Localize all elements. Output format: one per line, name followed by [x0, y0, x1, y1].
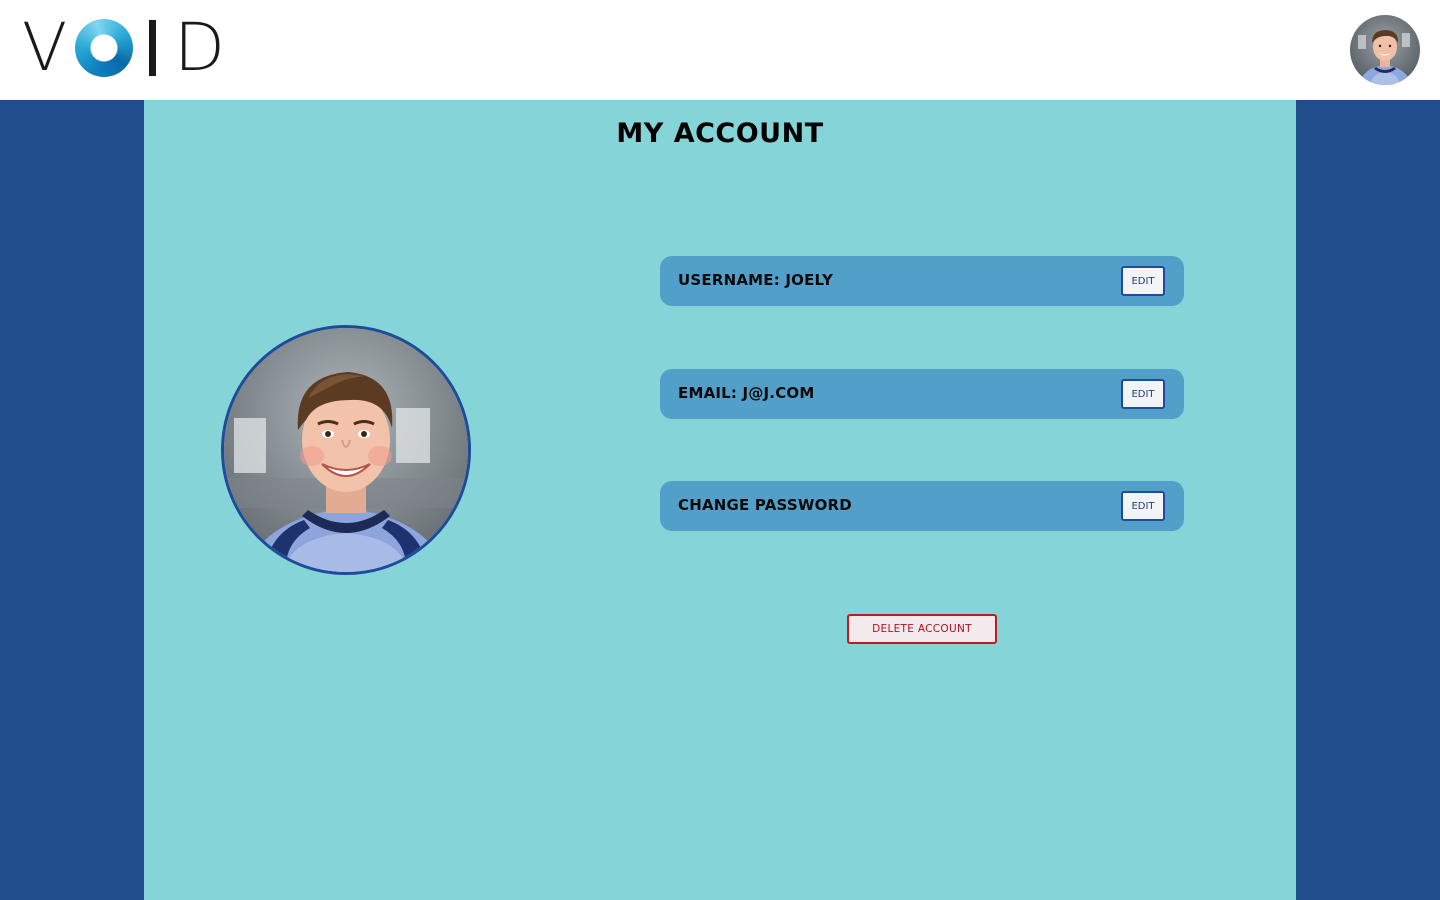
edit-email-button[interactable]: Edit: [1121, 379, 1165, 409]
top-header: V D: [0, 0, 1440, 100]
email-row: Email: j@j.com Edit: [660, 369, 1184, 419]
account-panel: My Account: [144, 100, 1296, 900]
profile-photo-icon: [224, 328, 468, 572]
delete-account-button[interactable]: Delete Account: [847, 614, 997, 644]
logo-letter-d: D: [174, 9, 225, 86]
email-label: Email: j@j.com: [678, 384, 815, 402]
edit-username-button[interactable]: Edit: [1121, 266, 1165, 296]
logo-ring-icon: [75, 19, 134, 77]
profile-photo[interactable]: [221, 325, 471, 575]
password-row: Change Password Edit: [660, 481, 1184, 531]
user-avatar-icon: [1350, 15, 1420, 85]
page-title: My Account: [616, 118, 824, 149]
logo-letter-v: V: [22, 9, 68, 86]
header-avatar[interactable]: [1350, 15, 1420, 85]
void-logo[interactable]: V D: [22, 9, 225, 86]
username-label: Username: Joely: [678, 271, 833, 289]
edit-password-button[interactable]: Edit: [1121, 491, 1165, 521]
logo-letter-i: [149, 20, 157, 76]
username-row: Username: Joely Edit: [660, 256, 1184, 306]
password-label: Change Password: [678, 496, 852, 514]
